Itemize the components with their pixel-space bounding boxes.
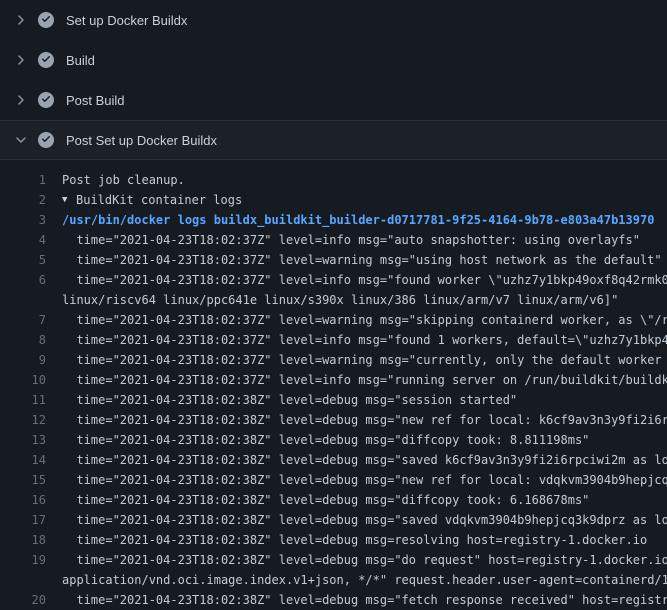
log-line-number: 7 — [0, 310, 46, 330]
log-line-text: BuildKit container logs — [76, 190, 242, 210]
log-line[interactable]: 7 time="2021-04-23T18:02:37Z" level=warn… — [0, 310, 667, 330]
log-line[interactable]: 12 time="2021-04-23T18:02:38Z" level=deb… — [0, 410, 667, 430]
log-line-text: time="2021-04-23T18:02:37Z" level=warnin… — [62, 310, 667, 330]
log-line[interactable]: application/vnd.oci.image.index.v1+json,… — [0, 570, 667, 590]
workflow-log-viewer: Set up Docker Buildx Build Post Build — [0, 0, 667, 610]
step-section-header[interactable]: Post Build — [0, 80, 667, 120]
log-line-text: time="2021-04-23T18:02:37Z" level=info m… — [62, 270, 667, 290]
log-line-number: 20 — [0, 590, 46, 610]
chevron-right-icon[interactable] — [12, 52, 30, 68]
log-line-text: Post job cleanup. — [62, 170, 185, 190]
log-line[interactable]: linux/riscv64 linux/ppc641e linux/s390x … — [0, 290, 667, 310]
log-line-number: 2 — [0, 190, 46, 210]
log-line-text: time="2021-04-23T18:02:37Z" level=info m… — [62, 330, 667, 350]
check-circle-icon — [38, 132, 54, 148]
log-line[interactable]: 6 time="2021-04-23T18:02:37Z" level=info… — [0, 270, 667, 290]
log-line[interactable]: 9 time="2021-04-23T18:02:37Z" level=warn… — [0, 350, 667, 370]
log-line-number: 16 — [0, 490, 46, 510]
check-circle-icon — [38, 52, 54, 68]
steps-list: Set up Docker Buildx Build Post Build — [0, 0, 667, 160]
chevron-down-icon[interactable] — [12, 132, 30, 148]
log-line[interactable]: 15 time="2021-04-23T18:02:38Z" level=deb… — [0, 470, 667, 490]
log-line[interactable]: 16 time="2021-04-23T18:02:38Z" level=deb… — [0, 490, 667, 510]
chevron-right-icon[interactable] — [12, 92, 30, 108]
log-line[interactable]: 4 time="2021-04-23T18:02:37Z" level=info… — [0, 230, 667, 250]
log-line-text: time="2021-04-23T18:02:38Z" level=debug … — [62, 550, 667, 570]
log-line-text: application/vnd.oci.image.index.v1+json,… — [62, 570, 667, 590]
log-line-number: 3 — [0, 210, 46, 230]
log-line[interactable]: 2 ▼ BuildKit container logs — [0, 190, 667, 210]
log-line-number: 19 — [0, 550, 46, 570]
log-line-number: 8 — [0, 330, 46, 350]
log-line-text: time="2021-04-23T18:02:37Z" level=info m… — [62, 230, 640, 250]
log-line[interactable]: 20 time="2021-04-23T18:02:38Z" level=deb… — [0, 590, 667, 610]
log-line-text: time="2021-04-23T18:02:38Z" level=debug … — [62, 390, 517, 410]
log-line-number: 10 — [0, 370, 46, 390]
log-line[interactable]: 1 Post job cleanup. — [0, 170, 667, 190]
log-line-number: 15 — [0, 470, 46, 490]
log-line[interactable]: 19 time="2021-04-23T18:02:38Z" level=deb… — [0, 550, 667, 570]
log-area: 1 Post job cleanup. 2 ▼ BuildKit contain… — [0, 160, 667, 610]
log-line-text: time="2021-04-23T18:02:37Z" level=warnin… — [62, 250, 662, 270]
log-line-number: 9 — [0, 350, 46, 370]
log-line[interactable]: 5 time="2021-04-23T18:02:37Z" level=warn… — [0, 250, 667, 270]
log-line[interactable]: 8 time="2021-04-23T18:02:37Z" level=info… — [0, 330, 667, 350]
log-line-text: time="2021-04-23T18:02:38Z" level=debug … — [62, 590, 667, 610]
check-circle-icon — [38, 12, 54, 28]
log-line-number: 6 — [0, 270, 46, 290]
log-line-number: 1 — [0, 170, 46, 190]
step-section-header[interactable]: Set up Docker Buildx — [0, 0, 667, 40]
log-line-text: time="2021-04-23T18:02:38Z" level=debug … — [62, 450, 667, 470]
log-line-text: time="2021-04-23T18:02:38Z" level=debug … — [62, 510, 667, 530]
group-toggle-icon[interactable]: ▼ — [62, 190, 74, 210]
log-line-text: time="2021-04-23T18:02:37Z" level=info m… — [62, 370, 667, 390]
log-line-number: 5 — [0, 250, 46, 270]
log-line-number: 4 — [0, 230, 46, 250]
step-name: Post Set up Docker Buildx — [66, 133, 217, 148]
step-section-header[interactable]: Build — [0, 40, 667, 80]
log-line[interactable]: 13 time="2021-04-23T18:02:38Z" level=deb… — [0, 430, 667, 450]
log-line[interactable]: 10 time="2021-04-23T18:02:37Z" level=inf… — [0, 370, 667, 390]
log-line-number — [0, 290, 46, 310]
log-line-text: time="2021-04-23T18:02:37Z" level=warnin… — [62, 350, 667, 370]
log-line-number: 13 — [0, 430, 46, 450]
chevron-right-icon[interactable] — [12, 12, 30, 28]
log-line-number: 14 — [0, 450, 46, 470]
log-line-text: time="2021-04-23T18:02:38Z" level=debug … — [62, 490, 589, 510]
log-line-text: linux/riscv64 linux/ppc641e linux/s390x … — [62, 290, 618, 310]
log-line-number: 18 — [0, 530, 46, 550]
log-line[interactable]: 3 /usr/bin/docker logs buildx_buildkit_b… — [0, 210, 667, 230]
step-name: Post Build — [66, 93, 125, 108]
log-line-text: time="2021-04-23T18:02:38Z" level=debug … — [62, 530, 647, 550]
log-line[interactable]: 18 time="2021-04-23T18:02:38Z" level=deb… — [0, 530, 667, 550]
log-line-text: time="2021-04-23T18:02:38Z" level=debug … — [62, 430, 589, 450]
log-line[interactable]: 17 time="2021-04-23T18:02:38Z" level=deb… — [0, 510, 667, 530]
check-circle-icon — [38, 92, 54, 108]
step-section-header[interactable]: Post Set up Docker Buildx — [0, 120, 667, 160]
log-line-number: 17 — [0, 510, 46, 530]
step-name: Build — [66, 53, 95, 68]
log-line-text: time="2021-04-23T18:02:38Z" level=debug … — [62, 470, 667, 490]
log-line-number: 12 — [0, 410, 46, 430]
step-name: Set up Docker Buildx — [66, 13, 187, 28]
log-line-number — [0, 570, 46, 590]
log-line-text: time="2021-04-23T18:02:38Z" level=debug … — [62, 410, 667, 430]
log-line-number: 11 — [0, 390, 46, 410]
log-line[interactable]: 14 time="2021-04-23T18:02:38Z" level=deb… — [0, 450, 667, 470]
log-line[interactable]: 11 time="2021-04-23T18:02:38Z" level=deb… — [0, 390, 667, 410]
log-line-text: /usr/bin/docker logs buildx_buildkit_bui… — [62, 210, 654, 230]
